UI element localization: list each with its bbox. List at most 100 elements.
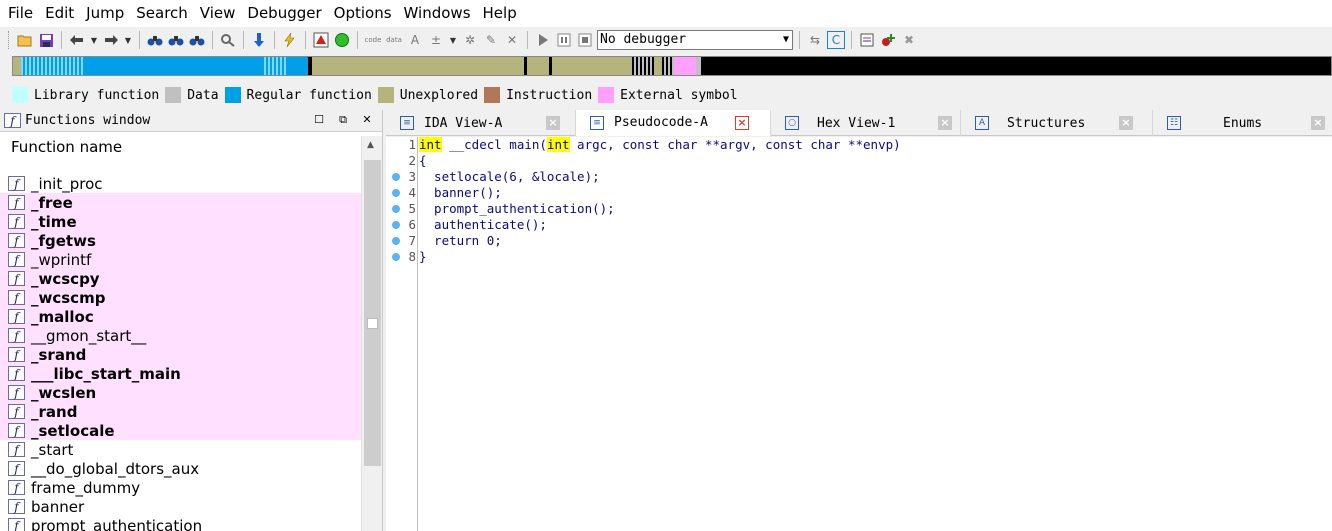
menu-jump[interactable]: Jump bbox=[80, 0, 130, 27]
function-list-item[interactable]: f _malloc bbox=[0, 307, 361, 326]
navigation-band[interactable] bbox=[12, 56, 1332, 76]
arrow-down-icon[interactable] bbox=[250, 31, 268, 49]
legend-data: Data bbox=[165, 87, 219, 103]
pause-icon[interactable] bbox=[555, 31, 573, 49]
code-line[interactable]: 1 int __cdecl main(int argc, const char *… bbox=[386, 137, 1332, 153]
close-icon[interactable]: × bbox=[1311, 116, 1325, 130]
tab-hex-view-1[interactable]: ○ Hex View-1 × bbox=[771, 110, 961, 136]
code-line[interactable]: 8} bbox=[386, 249, 1332, 265]
breakpoint-dot-icon[interactable] bbox=[392, 221, 400, 229]
chevron-down-icon[interactable]: ▼ bbox=[89, 31, 99, 49]
function-list-item[interactable]: f frame_dummy bbox=[0, 478, 361, 497]
code-line[interactable]: 3 setlocale(6, &locale); bbox=[386, 169, 1332, 185]
function-list-item[interactable]: f _rand bbox=[0, 402, 361, 421]
menu-view[interactable]: View bbox=[194, 0, 242, 27]
legend-instruction: Instruction bbox=[484, 87, 592, 103]
function-list-item[interactable]: f _wcslen bbox=[0, 383, 361, 402]
breakpoint-dot-icon[interactable] bbox=[392, 253, 400, 261]
function-list-item[interactable]: f _setlocale bbox=[0, 421, 361, 440]
save-icon[interactable] bbox=[37, 31, 55, 49]
function-list-item[interactable]: f banner bbox=[0, 497, 361, 516]
add-breakpoint-icon[interactable] bbox=[879, 31, 897, 49]
line-number: 1 bbox=[408, 137, 416, 152]
function-name: _rand bbox=[31, 402, 78, 421]
lightning-icon[interactable] bbox=[281, 31, 299, 49]
function-icon: f bbox=[8, 347, 25, 362]
binoculars-icon[interactable] bbox=[146, 31, 164, 49]
debugger-select[interactable]: No debugger ▼ bbox=[597, 30, 793, 50]
function-list-item[interactable]: f __do_global_dtors_aux bbox=[0, 459, 361, 478]
function-list-item[interactable]: f prompt_authentication bbox=[0, 516, 361, 531]
binoculars-icon[interactable] bbox=[167, 31, 185, 49]
breakpoint-dot-icon[interactable] bbox=[392, 173, 400, 181]
code-line[interactable]: 7 return 0; bbox=[386, 233, 1332, 249]
toolbar-separator bbox=[305, 31, 306, 49]
data-icon[interactable]: data bbox=[385, 31, 403, 49]
chevron-down-icon[interactable]: ▼ bbox=[123, 31, 133, 49]
functions-window-titlebar[interactable]: f Functions window ☐ ⧉ ✕ bbox=[0, 110, 382, 132]
function-list-item[interactable]: f _start bbox=[0, 440, 361, 459]
code-line[interactable]: 2{ bbox=[386, 153, 1332, 169]
edit-icon[interactable]: ✎ bbox=[482, 31, 500, 49]
binoculars-icon[interactable] bbox=[188, 31, 206, 49]
breakpoint-list-icon[interactable] bbox=[858, 31, 876, 49]
close-icon[interactable]: × bbox=[735, 116, 749, 130]
undefine-icon[interactable]: ✕ bbox=[503, 31, 521, 49]
close-icon[interactable]: ✕ bbox=[360, 113, 374, 126]
green-circle-icon[interactable] bbox=[333, 31, 351, 49]
stop-icon[interactable] bbox=[576, 31, 594, 49]
close-icon[interactable]: × bbox=[1119, 116, 1133, 130]
tab-ida-view-a[interactable]: ≡ IDA View-A × bbox=[386, 110, 576, 136]
ascii-icon[interactable]: A bbox=[406, 31, 424, 49]
scroll-up-icon[interactable]: ▲ bbox=[367, 140, 374, 150]
tab-enums[interactable]: ☷ Enums × bbox=[1153, 110, 1332, 136]
float-icon[interactable]: ⧉ bbox=[336, 113, 350, 127]
refresh-icon[interactable]: C bbox=[827, 31, 845, 49]
menu-options[interactable]: Options bbox=[328, 0, 398, 27]
function-list-item[interactable]: f _free bbox=[0, 193, 361, 212]
breakpoint-dot-icon[interactable] bbox=[392, 189, 400, 197]
function-list-item[interactable]: f _wcscpy bbox=[0, 269, 361, 288]
breakpoint-dot-icon[interactable] bbox=[392, 205, 400, 213]
minimize-icon[interactable]: ☐ bbox=[312, 113, 326, 126]
menu-windows[interactable]: Windows bbox=[398, 0, 477, 27]
toolbar-grip[interactable] bbox=[8, 31, 11, 49]
chevron-down-icon[interactable]: ▼ bbox=[448, 31, 458, 49]
function-list-scrollbar[interactable]: ▲ bbox=[361, 136, 382, 531]
menu-search[interactable]: Search bbox=[130, 0, 194, 27]
forward-icon[interactable] bbox=[102, 31, 120, 49]
breakpoint-dot-icon[interactable] bbox=[392, 237, 400, 245]
code-icon[interactable]: code bbox=[364, 31, 382, 49]
scrollbar-thumb[interactable] bbox=[364, 160, 381, 466]
function-list-item[interactable]: f _fgetws bbox=[0, 231, 361, 250]
function-name-column-header[interactable]: Function name bbox=[0, 132, 382, 158]
code-line[interactable]: 6 authenticate(); bbox=[386, 217, 1332, 233]
offset-icon[interactable]: ± bbox=[427, 31, 445, 49]
close-icon[interactable]: × bbox=[938, 116, 952, 130]
code-line[interactable]: 5 prompt_authentication(); bbox=[386, 201, 1332, 217]
search-icon[interactable] bbox=[219, 31, 237, 49]
play-icon[interactable] bbox=[534, 31, 552, 49]
pseudocode-view[interactable]: 1 int __cdecl main(int argc, const char *… bbox=[386, 137, 1332, 531]
debug-settings-icon[interactable]: ⇆ bbox=[806, 31, 824, 49]
tab-structures[interactable]: A Structures × bbox=[961, 110, 1153, 136]
function-list-item[interactable]: f _wcscmp bbox=[0, 288, 361, 307]
close-icon[interactable]: × bbox=[546, 116, 560, 130]
delete-breakpoint-icon[interactable]: ✖ bbox=[900, 31, 918, 49]
open-icon[interactable] bbox=[16, 31, 34, 49]
function-list-item[interactable]: f _init_proc bbox=[0, 174, 361, 193]
function-list-item[interactable]: f __gmon_start__ bbox=[0, 326, 361, 345]
struct-icon[interactable]: ✲ bbox=[461, 31, 479, 49]
function-list-item[interactable]: f _wprintf bbox=[0, 250, 361, 269]
function-list-item[interactable]: f _srand bbox=[0, 345, 361, 364]
code-line[interactable]: 4 banner(); bbox=[386, 185, 1332, 201]
function-list-item[interactable]: f ___libc_start_main bbox=[0, 364, 361, 383]
menu-edit[interactable]: Edit bbox=[39, 0, 80, 27]
warning-icon[interactable] bbox=[312, 31, 330, 49]
back-icon[interactable] bbox=[68, 31, 86, 49]
function-list-item[interactable]: f _time bbox=[0, 212, 361, 231]
menu-help[interactable]: Help bbox=[477, 0, 523, 27]
menu-debugger[interactable]: Debugger bbox=[241, 0, 327, 27]
tab-pseudocode-a[interactable]: ≡ Pseudocode-A × bbox=[576, 110, 771, 136]
menu-file[interactable]: File bbox=[2, 0, 39, 27]
